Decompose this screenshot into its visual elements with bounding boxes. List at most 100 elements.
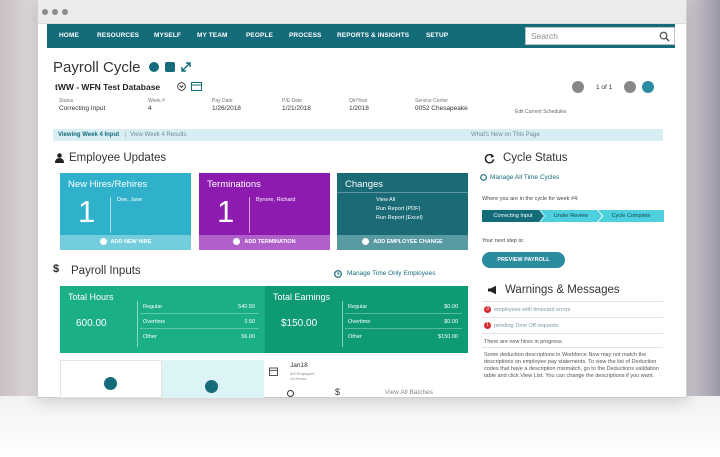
dollar-icon: $ — [335, 387, 341, 397]
refresh-icon — [484, 153, 495, 164]
termination-name[interactable]: Bynore, Richard — [256, 197, 295, 203]
viewing-week-text: Viewing Week 4 Input — [58, 132, 120, 138]
hours-regular-value: 540.50 — [238, 304, 255, 310]
changes-card[interactable]: Changes View All Run Report (PDF) Run Re… — [337, 173, 468, 250]
pe-date-label: P/E Date — [282, 98, 303, 104]
plus-icon[interactable] — [205, 380, 218, 393]
manage-time-cycles-link[interactable]: Manage All Time Cycles — [490, 174, 559, 181]
changes-title: Changes — [345, 179, 384, 190]
total-earnings-title: Total Earnings — [273, 292, 331, 302]
run-report-excel-link[interactable]: Run Report (Excel) — [376, 215, 423, 221]
view-results-link[interactable]: View Week 4 Results — [130, 129, 186, 141]
pe-date-value: 1/21/2018 — [282, 105, 311, 112]
pay-date-label: Pay Date — [212, 98, 233, 104]
new-hire-name[interactable]: Doe, Jane — [117, 197, 142, 203]
status-label: Status — [59, 98, 74, 104]
hours-overtime-value: 3.50 — [244, 319, 255, 325]
terminations-title: Terminations — [207, 179, 261, 190]
total-hours-card[interactable]: Total Hours 600.00 Regular 540.50 Overti… — [60, 286, 265, 353]
prev-page-button[interactable] — [572, 81, 584, 93]
batch-date: Jan18 — [290, 362, 308, 369]
pending-count-badge: 1 — [484, 322, 491, 329]
pager-text: 1 of 1 — [596, 84, 613, 91]
calendar-icon — [269, 367, 278, 376]
total-earnings-card[interactable]: Total Earnings $150.00 Regular $0.00 Ove… — [265, 286, 468, 353]
qtr-year-label: Qtr/Year — [349, 98, 368, 104]
hours-regular-label: Regular — [143, 304, 163, 310]
chevron-down-icon[interactable] — [177, 82, 186, 91]
next-step-text: Your next step is: — [482, 238, 524, 244]
run-report-pdf-link[interactable]: Run Report (PDF) — [376, 206, 420, 212]
add-new-hire-button[interactable]: ADD NEW HIRE — [60, 235, 191, 250]
dollar-clock-icon: $ — [53, 263, 60, 275]
plus-icon — [99, 238, 107, 246]
view-all-link[interactable]: View All — [376, 197, 395, 203]
manage-time-only-link[interactable]: Manage Time Only Employees — [347, 270, 436, 277]
pay-date-value: 1/26/2018 — [212, 105, 241, 112]
add-import-tile[interactable] — [162, 360, 264, 398]
help-icon[interactable] — [149, 62, 159, 72]
calendar-icon[interactable] — [191, 81, 202, 91]
add-termination-button[interactable]: ADD TERMINATION — [199, 235, 330, 250]
earnings-other-value: $150.00 — [438, 334, 458, 340]
person-icon — [55, 153, 64, 163]
terminations-card[interactable]: Terminations 1 Bynore, Richard ADD TERMI… — [199, 173, 330, 250]
total-hours-value: 600.00 — [76, 318, 107, 329]
new-hires-message: There are new hires in progress. — [484, 339, 564, 345]
cycle-where-text: Where you are in the cycle for week #4: — [482, 196, 579, 202]
step-correcting-input-label: Correcting Input — [493, 213, 533, 219]
step-cycle-complete-label: Cycle Complete — [611, 213, 651, 219]
expand-icon[interactable] — [181, 62, 191, 72]
new-hires-title: New Hires/Rehires — [68, 179, 148, 190]
step-under-review: Under Review — [540, 210, 602, 222]
cycle-steps: Correcting Input Under Review Cycle Comp… — [482, 210, 664, 222]
add-batch-tile[interactable] — [60, 360, 162, 398]
add-new-hire-label: ADD NEW HIRE — [110, 239, 152, 245]
timecard-errors-link[interactable]: employees with timecard errors — [494, 307, 570, 314]
edit-schedules-link[interactable]: Edit Current Schedules — [515, 109, 566, 115]
megaphone-icon — [488, 285, 496, 295]
total-hours-title: Total Hours — [68, 292, 114, 302]
add-employee-change-label: ADD EMPLOYEE CHANGE — [373, 239, 443, 245]
week-label: Week # — [148, 98, 165, 104]
company-name: tWW - WFN Test Database — [55, 82, 161, 92]
view-all-batches-link[interactable]: View All Batches — [385, 389, 433, 396]
service-center-label: Service Center — [415, 98, 449, 104]
batch-hours: 10 Hours — [290, 376, 307, 381]
page-title: Payroll Cycle — [53, 59, 141, 76]
new-hires-card[interactable]: New Hires/Rehires 1 Doe, Jane ADD NEW HI… — [60, 173, 191, 250]
week-banner: Viewing Week 4 Input | View Week 4 Resul… — [53, 129, 663, 141]
add-termination-label: ADD TERMINATION — [244, 239, 296, 245]
step-cycle-complete: Cycle Complete — [598, 210, 664, 222]
earnings-regular-label: Regular — [348, 304, 368, 310]
week-value: 4 — [148, 105, 152, 112]
hours-overtime-label: Overtime — [143, 319, 166, 325]
payroll-inputs-title: Payroll Inputs — [71, 265, 141, 277]
cycle-icon — [480, 174, 487, 181]
backdrop — [0, 396, 720, 457]
step-under-review-label: Under Review — [553, 213, 589, 219]
preview-payroll-button[interactable]: PREVIEW PAYROLL — [482, 252, 565, 268]
plus-icon — [233, 238, 241, 246]
add-employee-change-button[interactable]: ADD EMPLOYEE CHANGE — [337, 235, 468, 250]
service-center-value: 0052 Chesapeake — [415, 105, 468, 112]
plus-icon — [362, 238, 370, 246]
warnings-title: Warnings & Messages — [505, 284, 620, 296]
hours-other-value: 56.00 — [241, 334, 255, 340]
status-value: Correcting Input — [59, 105, 106, 112]
earnings-other-label: Other — [348, 334, 362, 340]
qtr-year-value: 1/2018 — [349, 105, 369, 112]
plus-icon[interactable] — [104, 377, 117, 390]
total-earnings-value: $150.00 — [281, 318, 318, 329]
whats-new-link[interactable]: What's New on This Page — [471, 129, 540, 141]
next-page-button[interactable] — [624, 81, 636, 93]
add-page-button[interactable] — [642, 81, 654, 93]
employee-updates-title: Employee Updates — [69, 152, 167, 164]
time-off-requests-link[interactable]: pending Time Off requests — [494, 323, 558, 330]
earnings-overtime-value: $0.00 — [444, 319, 458, 325]
earnings-overtime-label: Overtime — [348, 319, 371, 325]
deduction-message: Some deduction descriptions in Workforce… — [484, 352, 659, 379]
video-icon[interactable] — [165, 62, 175, 72]
error-count-badge: 3 — [484, 306, 491, 313]
terminations-count: 1 — [217, 194, 235, 229]
